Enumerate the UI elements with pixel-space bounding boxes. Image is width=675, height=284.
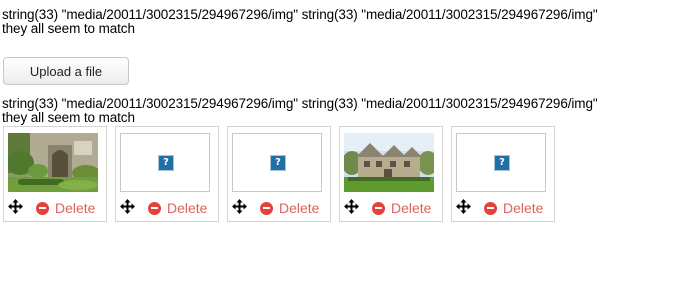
- delete-label: Delete: [55, 200, 96, 216]
- minus-circle-icon: [484, 201, 497, 215]
- move-arrows-icon[interactable]: [344, 199, 359, 214]
- upload-file-button[interactable]: Upload a file: [3, 57, 129, 85]
- delete-label: Delete: [279, 200, 320, 216]
- broken-image-icon: ?: [270, 155, 286, 171]
- image-thumbnail[interactable]: [344, 133, 434, 192]
- delete-button[interactable]: Delete: [484, 200, 543, 216]
- image-tile: ? Delete: [227, 126, 331, 222]
- delete-button[interactable]: Delete: [36, 200, 95, 216]
- delete-button[interactable]: Delete: [148, 200, 207, 216]
- image-thumbnail[interactable]: ?: [120, 133, 210, 192]
- move-arrows-icon[interactable]: [232, 199, 247, 214]
- debug-output-bottom: string(33) "media/20011/3002315/29496729…: [2, 96, 598, 125]
- move-arrows-icon[interactable]: [120, 199, 135, 214]
- image-tile: ? Delete: [115, 126, 219, 222]
- minus-circle-icon: [372, 201, 385, 215]
- image-tile: Delete: [339, 126, 443, 222]
- move-arrows-icon[interactable]: [456, 199, 471, 214]
- minus-circle-icon: [36, 201, 49, 215]
- delete-label: Delete: [503, 200, 544, 216]
- image-thumbnail[interactable]: [8, 133, 98, 192]
- image-tile: Delete: [3, 126, 107, 222]
- minus-circle-icon: [148, 201, 161, 215]
- delete-label: Delete: [391, 200, 432, 216]
- image-tile: ? Delete: [451, 126, 555, 222]
- broken-image-icon: ?: [494, 155, 510, 171]
- delete-button[interactable]: Delete: [372, 200, 431, 216]
- broken-image-icon: ?: [158, 155, 174, 171]
- image-thumbnail[interactable]: ?: [232, 133, 322, 192]
- delete-label: Delete: [167, 200, 208, 216]
- minus-circle-icon: [260, 201, 273, 215]
- delete-button[interactable]: Delete: [260, 200, 319, 216]
- move-arrows-icon[interactable]: [8, 199, 23, 214]
- image-thumbnail[interactable]: ?: [456, 133, 546, 192]
- debug-output-top: string(33) "media/20011/3002315/29496729…: [2, 7, 598, 36]
